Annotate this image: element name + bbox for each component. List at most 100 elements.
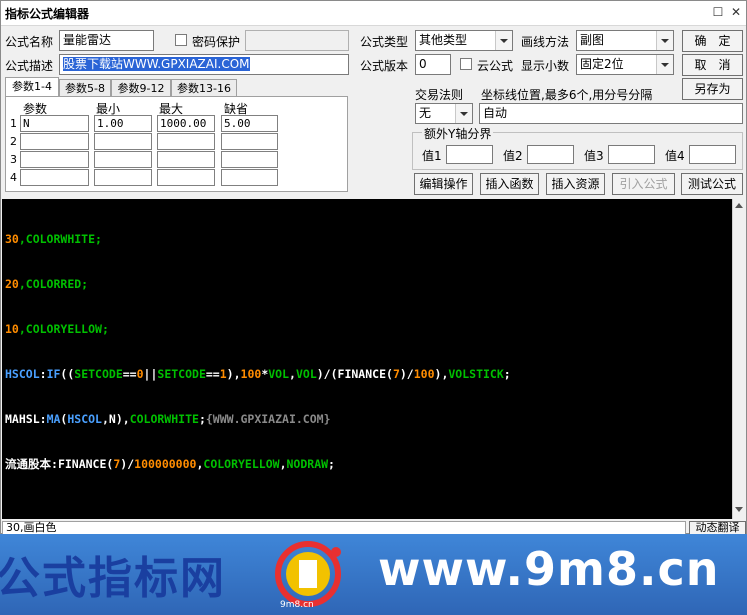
code-token: ), [226,367,241,381]
tab-params-9-12[interactable]: 参数9-12 [111,79,171,97]
version-label: 公式版本 [360,59,409,73]
val3-field[interactable] [608,145,655,164]
scroll-down-icon[interactable] [735,507,743,512]
ok-button[interactable]: 确 定 [682,30,743,52]
code-token: ), [434,367,449,381]
password-field[interactable] [245,30,349,51]
param-name-cell[interactable] [20,169,89,186]
param-default-cell[interactable] [221,151,278,168]
code-line: 20,COLORRED; [5,277,511,292]
close-icon[interactable]: ✕ [730,6,742,18]
desc-field[interactable]: 股票下载站WWW.GPXIAZAI.COM [59,54,349,75]
trade-rule-label: 交易法则 [415,88,464,102]
param-row-index: 3 [10,153,17,166]
decimal-label: 显示小数 [521,59,570,73]
code-token: VOLSTICK [448,367,504,381]
status-bar: 30,画白色 [2,521,686,535]
edit-op-button[interactable]: 编辑操作 [414,173,473,195]
code-token: 7 [392,367,400,381]
insert-res-button[interactable]: 插入资源 [546,173,605,195]
type-label: 公式类型 [360,35,409,49]
param-max-cell[interactable] [157,169,215,186]
tab-params-5-8[interactable]: 参数5-8 [59,79,111,97]
code-token: COLORYELLOW [203,457,280,471]
cancel-button[interactable]: 取 消 [682,54,743,76]
val2-label: 值2 [503,149,523,163]
banner-right-text: www.9m8.cn [378,542,720,596]
param-default-cell[interactable]: 5.00 [221,115,278,132]
code-token: 1 [219,367,227,381]
import-button[interactable]: 引入公式 [612,173,675,195]
param-name-cell[interactable] [20,151,89,168]
draw-method-select[interactable]: 副图 [576,30,674,51]
code-token: HSCOL [5,367,40,381]
draw-method-value: 副图 [580,33,605,47]
param-name-cell[interactable] [20,133,89,150]
name-label: 公式名称 [5,35,54,49]
code-line: HSCOL:IF((SETCODE==0||SETCODE==1),100*VO… [5,367,511,382]
maximize-icon[interactable]: ☐ [712,6,724,18]
param-max-cell[interactable] [157,133,215,150]
param-min-cell[interactable] [94,133,152,150]
val4-field[interactable] [689,145,736,164]
coord-field[interactable]: 自动 [479,103,743,124]
code-token: : [51,457,58,471]
code-token: VOL [268,367,290,381]
param-default-cell[interactable] [221,133,278,150]
code-token: ( [386,367,393,381]
name-field[interactable]: 量能雷达 [59,30,154,51]
code-token: || [143,367,158,381]
code-token: == [205,367,220,381]
chevron-down-icon[interactable] [495,31,512,50]
chevron-down-icon[interactable] [455,104,472,123]
scroll-up-icon[interactable] [735,203,743,208]
title-bar: 指标公式编辑器 ☐ ✕ [1,1,746,26]
code-token: 30 [5,232,19,246]
desc-field-selected-text: 股票下载站WWW.GPXIAZAI.COM [63,57,250,71]
param-min-cell[interactable]: 1.00 [94,115,152,132]
code-token: 10 [5,322,19,336]
code-line: MAHSL:MA(HSCOL,N),COLORWHITE;{WWW.GPXIAZ… [5,412,511,427]
insert-func-button[interactable]: 插入函数 [480,173,539,195]
cloud-label: 云公式 [477,59,514,73]
tab-params-13-16[interactable]: 参数13-16 [171,79,237,97]
code-token: 100 [413,367,435,381]
val1-field[interactable] [446,145,493,164]
param-name-cell[interactable]: N [20,115,89,132]
cloud-checkbox[interactable] [460,58,472,70]
password-checkbox[interactable] [175,34,187,46]
param-row-index: 2 [10,135,17,148]
code-token: ,COLORRED; [18,277,89,291]
save-as-button[interactable]: 另存为 [682,78,743,100]
param-min-cell[interactable] [94,169,152,186]
draw-method-label: 画线方法 [521,35,570,49]
code-token: IF [46,367,61,381]
decimal-select[interactable]: 固定2位 [576,54,674,75]
code-token: ; [198,412,206,426]
param-max-cell[interactable] [157,151,215,168]
param-default-cell[interactable] [221,169,278,186]
yaxis-group-label: 额外Y轴分界 [422,125,494,142]
version-field[interactable]: 0 [415,54,451,75]
param-row-index: 1 [10,117,17,130]
param-max-cell[interactable]: 1000.00 [157,115,215,132]
val2-field[interactable] [527,145,574,164]
code-token: VOL [295,367,317,381]
test-button[interactable]: 测试公式 [681,173,743,195]
chevron-down-icon[interactable] [656,31,673,50]
code-token: : [39,412,47,426]
dynamic-translate-button[interactable]: 动态翻译 [689,521,746,535]
banner-left-text: 公式指标网 [0,553,226,604]
code-token: == [122,367,137,381]
type-select[interactable]: 其他类型 [415,30,513,51]
chevron-down-icon[interactable] [656,55,673,74]
code-token: )/( [316,367,338,381]
code-token: SETCODE [74,367,123,381]
trade-rule-select[interactable]: 无 [415,103,473,124]
param-min-cell[interactable] [94,151,152,168]
code-text[interactable]: 30,COLORWHITE; 20,COLORRED; 10,COLORYELL… [5,202,511,502]
code-token: 100000000 [134,457,197,471]
editor-scrollbar[interactable] [732,199,746,519]
tab-params-1-4[interactable]: 参数1-4 [5,77,59,97]
code-token: FINANCE [57,457,107,471]
